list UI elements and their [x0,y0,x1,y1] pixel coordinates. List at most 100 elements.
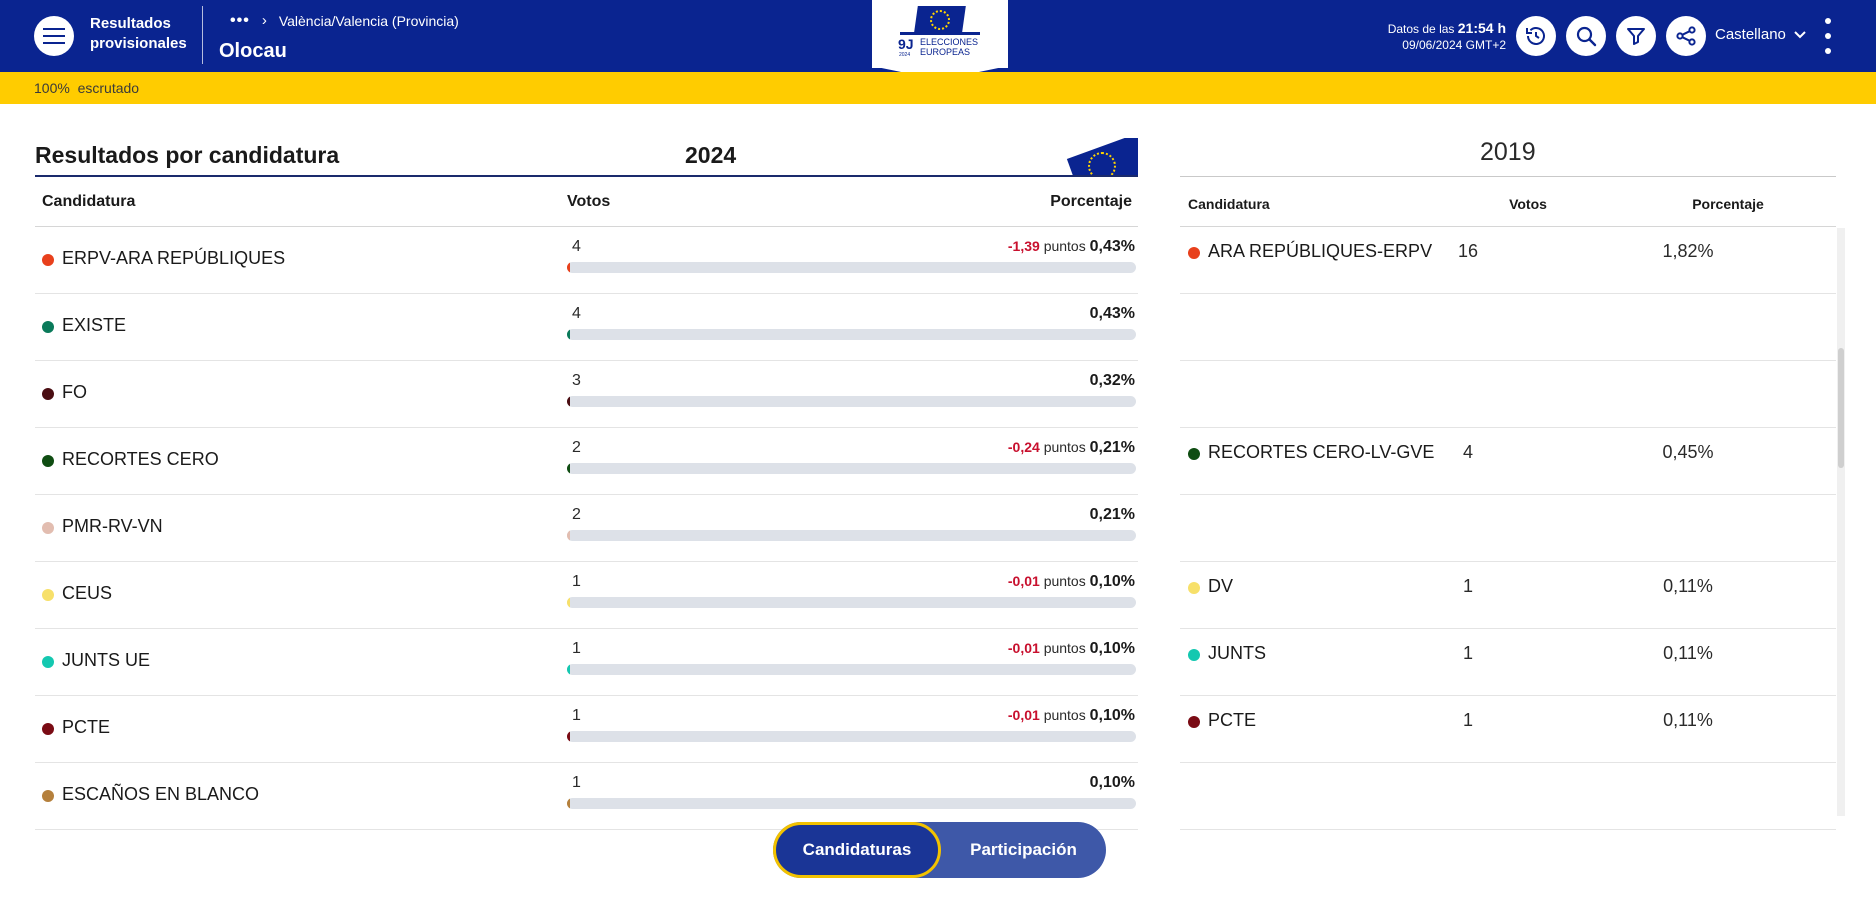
party-percentage: -1,39 puntos 0,43% [1008,238,1135,256]
app-header: Resultados provisionales ••• › València/… [0,0,1876,80]
party-color-dot [42,589,54,601]
party-pct-2019: 0,11% [1663,710,1713,730]
party-name: RECORTES CERO [62,449,219,469]
table-row-2019 [1180,294,1836,361]
table-row: PMR-RV-VN 2 0,21% [35,495,1138,562]
party-pct-value: 0,21% [1089,506,1135,523]
table-row-2019: JUNTS 1 0,11% [1180,629,1836,696]
logo-text: ELECCIONES EUROPEAS [920,37,978,57]
share-button[interactable] [1666,16,1706,56]
language-label: Castellano [1715,26,1786,43]
table-row: EXISTE 4 0,43% [35,294,1138,361]
kebab-dot [1825,33,1831,39]
party-votes: 4 [572,238,581,255]
chevron-right-icon: › [261,12,267,29]
section-title: Resultados por candidatura [35,142,340,168]
eu-flag-icon [1058,138,1138,176]
party-pct-2019: 0,45% [1662,442,1714,462]
data-prefix: Datos de las [1387,22,1455,36]
year-current: 2024 [685,142,737,168]
filter-button[interactable] [1616,16,1656,56]
kebab-dot [1825,18,1831,24]
party-name: JUNTS UE [62,650,151,670]
percentage-bar [567,530,1136,541]
section-underline [35,175,1138,177]
language-selector[interactable]: Castellano [1715,26,1806,43]
party-color-dot [42,723,54,735]
col-header-porcentaje-2019: Porcentaje [1692,196,1764,212]
eu-flag-stars [1088,152,1116,176]
header-divider [202,6,203,64]
col-header-candidatura-2019: Candidatura [1188,196,1270,212]
delta-unit: puntos [1043,573,1086,589]
party-pct-value: 0,21% [1089,439,1135,456]
col-header-votos: Votos [567,193,611,210]
party-color-dot [1188,582,1200,594]
table-row-2019 [1180,361,1836,428]
table-row: CEUS 1 -0,01 puntos 0,10% [35,562,1138,629]
table-row: ERPV-ARA REPÚBLIQUES 4 -1,39 puntos 0,43% [35,227,1138,294]
logo-year: 2024 [899,52,911,58]
party-pct-value: 0,10% [1089,640,1135,657]
table-row-2019: ARA REPÚBLIQUES-ERPV 16 1,82% [1180,227,1836,294]
percentage-bar [567,329,1136,340]
party-pct-2019: 0,11% [1663,643,1713,663]
party-color-dot [42,790,54,802]
party-name: FO [62,382,87,402]
party-name: ESCAÑOS EN BLANCO [62,784,260,804]
party-delta: -0,01 [1007,707,1040,723]
menu-icon-line [43,42,65,44]
menu-button[interactable] [34,16,74,56]
table-row-2019: RECORTES CERO-LV-GVE 4 0,45% [1180,428,1836,495]
party-color-dot [1188,247,1200,259]
party-name-2019: DV [1208,576,1234,596]
party-percentage: -0,01 puntos 0,10% [1008,573,1135,591]
percentage-bar-fill [567,798,570,809]
filter-icon [1627,28,1645,45]
party-color-dot [42,455,54,467]
scrollbar-track[interactable] [1837,228,1845,816]
party-color-dot [42,656,54,668]
percentage-bar [567,731,1136,742]
percentage-bar-fill [567,664,570,675]
tab-participacion[interactable]: Participación [941,822,1106,878]
ballot-slot [900,32,980,35]
party-percentage: 0,43% [1090,305,1135,323]
party-pct-2019: 0,11% [1663,576,1713,596]
party-percentage: 0,10% [1090,774,1135,792]
party-color-dot [1188,716,1200,728]
party-pct-2019: 1,82% [1662,241,1714,261]
breadcrumb-more-button[interactable]: ••• [230,12,250,28]
col-header-porcentaje: Porcentaje [1050,193,1132,210]
search-button[interactable] [1566,16,1606,56]
col-header-candidatura: Candidatura [42,193,136,210]
table-row: PCTE 1 -0,01 puntos 0,10% [35,696,1138,763]
history-icon [1526,27,1545,45]
party-delta: -0,01 [1007,640,1040,656]
percentage-bar [567,597,1136,608]
breadcrumb-item-province[interactable]: València/Valencia (Provincia) [279,13,459,29]
party-votes: 1 [572,640,581,657]
page-title: Olocau [219,40,287,62]
more-options-button[interactable] [1824,18,1832,54]
scrollbar-thumb[interactable] [1838,348,1844,468]
chevron-down-icon [1794,30,1806,38]
party-color-dot [42,388,54,400]
party-name: PCTE [62,717,111,737]
tab-candidaturas[interactable]: Candidaturas [773,822,941,878]
party-color-dot [42,522,54,534]
data-date: 09/06/2024 GMT+2 [1402,38,1506,52]
percentage-bar [567,463,1136,474]
share-icon [1676,26,1696,46]
history-button[interactable] [1516,16,1556,56]
menu-icon-line [43,35,65,37]
search-icon [1576,26,1597,47]
party-percentage: 0,21% [1090,506,1135,524]
elections-logo: 9J 2024 ELECCIONES EUROPEAS [872,0,1008,80]
percentage-bar-fill [567,463,570,474]
percentage-bar [567,664,1136,675]
party-pct-value: 0,10% [1089,707,1135,724]
count-status-bar: 100% escrutado [0,72,1876,104]
table-row: ESCAÑOS EN BLANCO 1 0,10% [35,763,1138,830]
menu-icon-line [43,28,65,30]
